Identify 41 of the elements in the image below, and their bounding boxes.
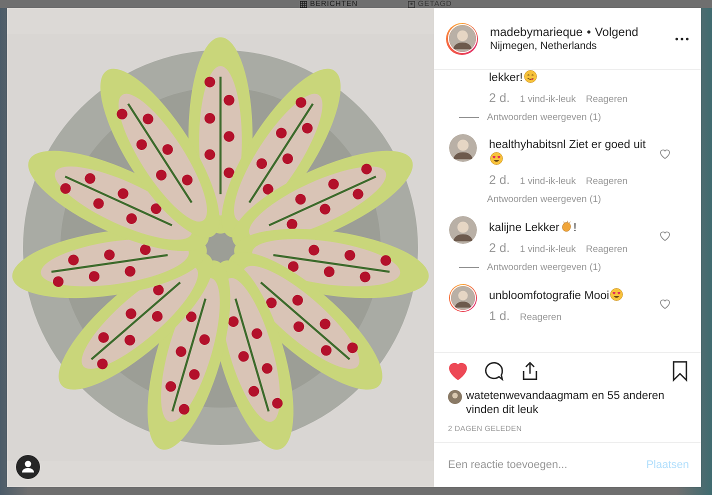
comment-time[interactable]: 1 d. [489, 309, 510, 323]
view-replies-link[interactable]: Antwoorden weergeven (1) [487, 261, 602, 274]
user-tag-icon[interactable] [16, 455, 40, 479]
comment-text: lekker! [489, 72, 523, 84]
grid-icon [300, 0, 308, 8]
comment-text: ! [573, 222, 577, 234]
comment-text: Mooi [584, 290, 610, 302]
comment-time[interactable]: 2 d. [489, 91, 510, 105]
comment-text: Ziet er goed uit [568, 139, 646, 151]
comment-username[interactable]: healthyhabitsnl [489, 139, 566, 151]
heart-icon[interactable] [659, 230, 671, 242]
comment-text: Lekker [524, 222, 560, 234]
reply-link[interactable]: Reageren [586, 93, 628, 107]
comment-likes-link[interactable]: 1 vind-ik-leuk [520, 243, 576, 257]
username[interactable]: madebymarieque [490, 25, 583, 39]
tag-icon [408, 0, 415, 8]
comment-icon[interactable] [483, 360, 505, 382]
heart-icon[interactable] [447, 360, 469, 382]
comment-time[interactable]: 2 d. [489, 173, 510, 187]
location-link[interactable]: Nijmegen, Netherlands [490, 40, 675, 52]
comment-likes-link[interactable]: 1 vind-ik-leuk [520, 175, 576, 189]
comment-username[interactable]: unbloomfotografie [489, 290, 582, 302]
view-replies-link[interactable]: Antwoorden weergeven (1) [487, 193, 602, 206]
reply-link[interactable]: Reageren [520, 311, 562, 325]
heart-icon[interactable] [659, 298, 671, 310]
likes-text[interactable]: watetenwevandaagmam en 55 anderen vinden dit leuk [466, 389, 686, 417]
reply-link[interactable]: Reageren [586, 243, 628, 257]
avatar-icon[interactable] [449, 134, 477, 162]
comment-username[interactable]: kalijne [489, 222, 522, 234]
comment-time[interactable]: 2 d. [489, 241, 510, 255]
avatar-icon[interactable] [449, 216, 477, 244]
avatar-icon[interactable] [449, 284, 477, 312]
reply-link[interactable]: Reageren [586, 175, 628, 189]
view-replies-link[interactable]: Antwoorden weergeven (1) [487, 111, 602, 124]
separator: • [586, 25, 591, 39]
comment-likes-link[interactable]: 1 vind-ik-leuk [520, 93, 576, 107]
more-options-icon[interactable] [675, 36, 689, 40]
following-link[interactable]: Volgend [594, 25, 638, 39]
avatar-icon[interactable] [446, 22, 478, 54]
avatar-icon[interactable] [448, 390, 462, 404]
heart-icon[interactable] [659, 148, 671, 160]
